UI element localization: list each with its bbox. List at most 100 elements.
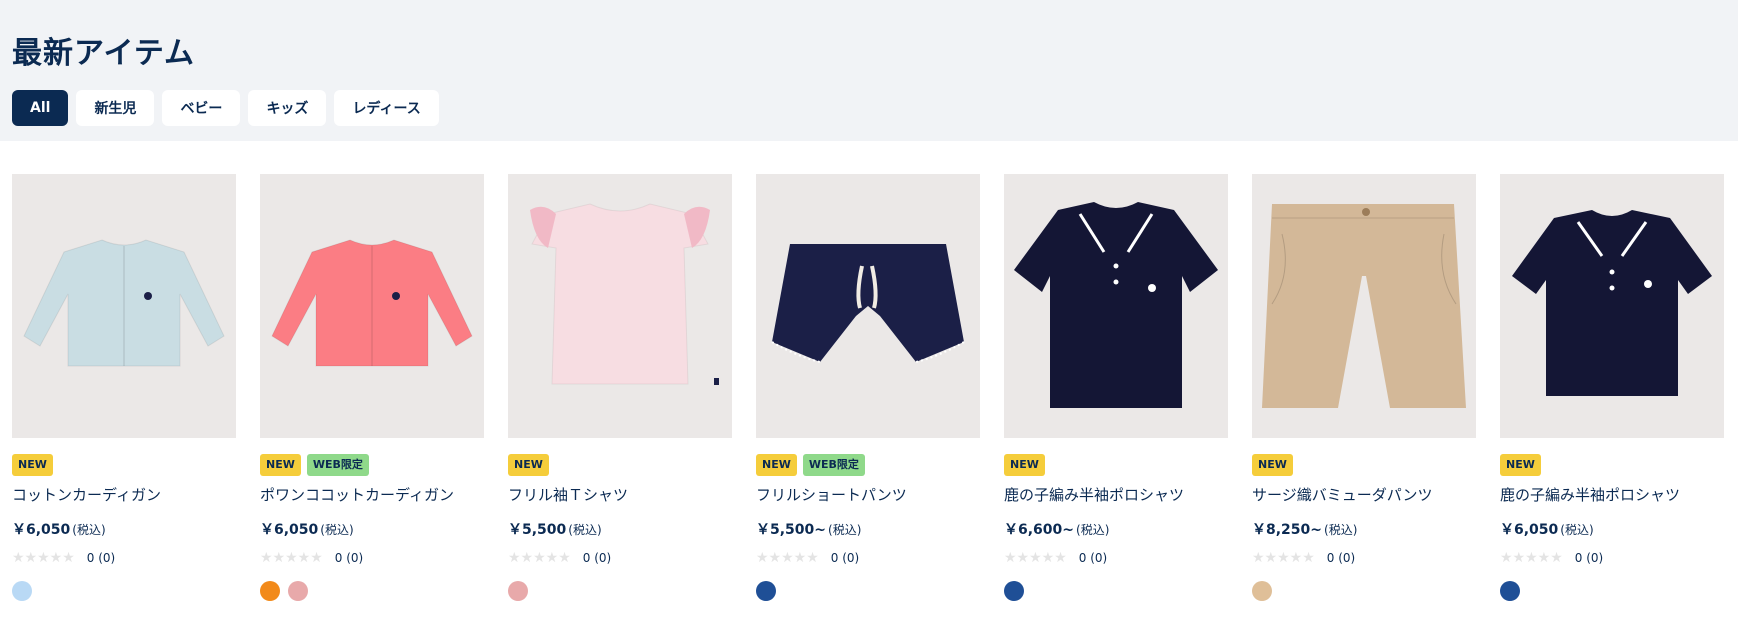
filter-chip-newborn[interactable]: 新生児 — [76, 90, 155, 126]
review-count: 0 (0) — [1078, 551, 1108, 565]
tax-included-label: (税込) — [568, 523, 602, 537]
color-swatch[interactable] — [508, 581, 528, 601]
filter-chip-baby[interactable]: ベビー — [162, 90, 241, 126]
product-badges: NEW WEB限定 — [756, 454, 980, 476]
product-card[interactable]: NEW WEB限定 ポワンココットカーディガン ￥6,050 (税込) ★★★★★ 0 (0… — [260, 174, 484, 601]
web-only-badge: WEB限定 — [802, 454, 865, 476]
product-name[interactable]: サージ織バミューダパンツ — [1252, 484, 1476, 505]
color-swatch[interactable] — [12, 581, 32, 601]
product-price: ￥6,050 — [12, 522, 71, 538]
product-image[interactable] — [12, 174, 236, 438]
product-rating: ★★★★★ 0 (0) — [1500, 551, 1724, 565]
product-price: ￥5,500~ — [756, 522, 827, 538]
product-image[interactable] — [260, 174, 484, 438]
star-rating-icon: ★★★★★ — [12, 550, 75, 566]
tax-included-label: (税込) — [1076, 523, 1110, 537]
product-card[interactable]: NEW WEB限定 フリルショートパンツ ￥5,500~ (税込) ★★★★★ 0 (0) — [756, 174, 980, 601]
product-image[interactable] — [1004, 174, 1228, 438]
product-badges: NEW WEB限定 — [260, 454, 484, 476]
filter-chip-ladies[interactable]: レディース — [334, 90, 439, 126]
review-count: 0 (0) — [830, 551, 860, 565]
product-price-row: ￥6,050 (税込) — [12, 519, 236, 539]
tax-included-label: (税込) — [1560, 523, 1594, 537]
product-photo — [530, 203, 719, 385]
header-band: 最新アイテム All 新生児 ベビー キッズ レディース — [0, 0, 1738, 141]
review-count: 0 (0) — [334, 551, 364, 565]
product-image[interactable] — [1500, 174, 1724, 438]
product-image[interactable] — [756, 174, 980, 438]
product-price-row: ￥5,500~ (税込) — [756, 519, 980, 539]
review-count: 0 (0) — [1326, 551, 1356, 565]
new-badge: NEW — [508, 454, 549, 476]
review-count: 0 (0) — [1574, 551, 1604, 565]
tax-included-label: (税込) — [72, 523, 106, 537]
product-photo — [771, 244, 965, 363]
color-swatches — [1252, 581, 1476, 601]
product-name[interactable]: フリルショートパンツ — [756, 484, 980, 505]
star-rating-icon: ★★★★★ — [1500, 550, 1563, 566]
product-card[interactable]: NEW 鹿の子編み半袖ポロシャツ ￥6,050 (税込) ★★★★★ 0 (0) — [1500, 174, 1724, 601]
color-swatches — [1004, 581, 1228, 601]
color-swatch[interactable] — [288, 581, 308, 601]
product-rating: ★★★★★ 0 (0) — [508, 551, 732, 565]
product-card[interactable]: NEW 鹿の子編み半袖ポロシャツ ￥6,600~ (税込) ★★★★★ 0 (0) — [1004, 174, 1228, 601]
new-badge: NEW — [260, 454, 301, 476]
new-badge: NEW — [1500, 454, 1541, 476]
product-name[interactable]: フリル袖Ｔシャツ — [508, 484, 732, 505]
star-rating-icon: ★★★★★ — [508, 550, 571, 566]
star-rating-icon: ★★★★★ — [756, 550, 819, 566]
tax-included-label: (税込) — [828, 523, 862, 537]
product-image[interactable] — [1252, 174, 1476, 438]
page-title: 最新アイテム — [12, 36, 195, 71]
new-badge: NEW — [756, 454, 797, 476]
product-price-row: ￥5,500 (税込) — [508, 519, 732, 539]
product-price-row: ￥6,050 (税込) — [1500, 519, 1724, 539]
product-price: ￥6,600~ — [1004, 522, 1075, 538]
product-card[interactable]: NEW サージ織バミューダパンツ ￥8,250~ (税込) ★★★★★ 0 (0) — [1252, 174, 1476, 601]
product-rating: ★★★★★ 0 (0) — [12, 551, 236, 565]
product-badges: NEW — [1252, 454, 1476, 476]
product-price-row: ￥6,050 (税込) — [260, 519, 484, 539]
product-card[interactable]: NEW コットンカーディガン ￥6,050 (税込) ★★★★★ 0 (0) — [12, 174, 236, 601]
filter-chip-kids[interactable]: キッズ — [248, 90, 327, 126]
product-photo — [1262, 204, 1466, 408]
star-rating-icon: ★★★★★ — [1004, 550, 1067, 566]
color-swatch[interactable] — [756, 581, 776, 601]
color-swatch[interactable] — [1252, 581, 1272, 601]
product-name[interactable]: 鹿の子編み半袖ポロシャツ — [1004, 484, 1228, 505]
new-badge: NEW — [1252, 454, 1293, 476]
product-price: ￥5,500 — [508, 522, 567, 538]
product-name[interactable]: 鹿の子編み半袖ポロシャツ — [1500, 484, 1724, 505]
product-price: ￥6,050 — [260, 522, 319, 538]
product-card[interactable]: NEW フリル袖Ｔシャツ ￥5,500 (税込) ★★★★★ 0 (0) — [508, 174, 732, 601]
color-swatch[interactable] — [260, 581, 280, 601]
star-rating-icon: ★★★★★ — [260, 550, 323, 566]
product-price-row: ￥8,250~ (税込) — [1252, 519, 1476, 539]
color-swatches — [508, 581, 732, 601]
product-photo — [1014, 202, 1218, 408]
tax-included-label: (税込) — [320, 523, 354, 537]
product-rating: ★★★★★ 0 (0) — [1252, 551, 1476, 565]
product-grid: NEW コットンカーディガン ￥6,050 (税込) ★★★★★ 0 (0) NEW WEB… — [12, 174, 1724, 601]
product-badges: NEW — [12, 454, 236, 476]
color-swatches — [12, 581, 236, 601]
review-count: 0 (0) — [582, 551, 612, 565]
product-image[interactable] — [508, 174, 732, 438]
tax-included-label: (税込) — [1324, 523, 1358, 537]
product-name[interactable]: ポワンココットカーディガン — [260, 484, 484, 505]
product-rating: ★★★★★ 0 (0) — [1004, 551, 1228, 565]
product-photo — [1512, 210, 1712, 396]
color-swatch[interactable] — [1004, 581, 1024, 601]
product-price: ￥6,050 — [1500, 522, 1559, 538]
color-swatches — [756, 581, 980, 601]
product-price-row: ￥6,600~ (税込) — [1004, 519, 1228, 539]
web-only-badge: WEB限定 — [306, 454, 369, 476]
product-badges: NEW — [1500, 454, 1724, 476]
product-badges: NEW — [508, 454, 732, 476]
review-count: 0 (0) — [86, 551, 116, 565]
product-name[interactable]: コットンカーディガン — [12, 484, 236, 505]
product-rating: ★★★★★ 0 (0) — [756, 551, 980, 565]
color-swatch[interactable] — [1500, 581, 1520, 601]
filter-chip-all[interactable]: All — [12, 90, 69, 126]
product-photo — [23, 239, 225, 367]
